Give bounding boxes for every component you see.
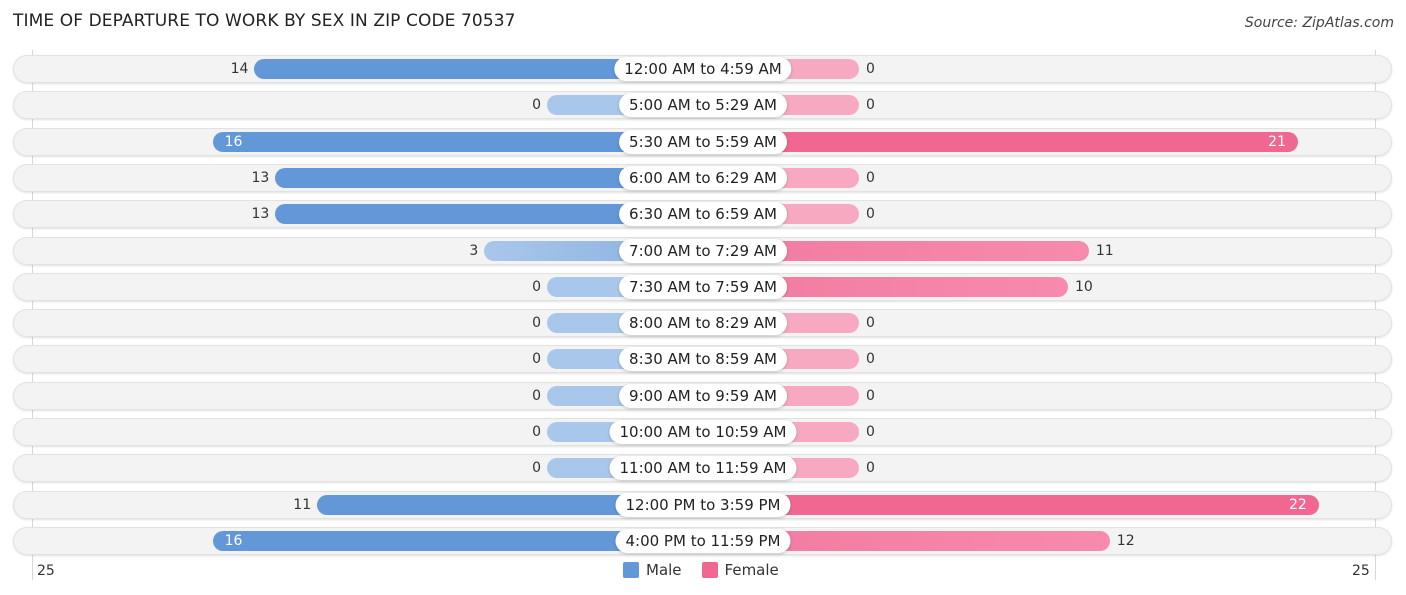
- legend-label-female: Female: [724, 561, 779, 579]
- male-value-label: 14: [230, 61, 249, 77]
- male-value-label: 0: [532, 315, 541, 332]
- chart-row: 0 0 10:00 AM to 10:59 AM: [13, 418, 1392, 446]
- female-bar[interactable]: [703, 494, 1319, 515]
- legend: Male Female: [623, 561, 799, 579]
- category-label: 6:00 AM to 6:29 AM: [619, 165, 787, 190]
- male-value-label: 0: [532, 460, 541, 477]
- chart-row: 0 0 9:00 AM to 9:59 AM: [13, 381, 1392, 410]
- male-value-label: 13: [251, 169, 270, 186]
- chart-row: 13 0 6:30 AM to 6:59 AM: [13, 200, 1392, 229]
- chart-row: 14 0 12:00 AM to 4:59 AM: [13, 55, 1392, 83]
- chart-row: 0 0 8:30 AM to 8:59 AM: [13, 345, 1392, 374]
- chart-row: 0 0 5:00 AM to 5:29 AM: [13, 91, 1392, 120]
- category-label: 4:00 PM to 11:59 PM: [615, 528, 791, 553]
- female-value-label: 12: [1116, 532, 1135, 549]
- category-label: 7:30 AM to 7:59 AM: [619, 274, 787, 299]
- female-value-label: 0: [866, 424, 875, 440]
- chart-row: 13 0 6:00 AM to 6:29 AM: [13, 163, 1392, 192]
- male-value-label: 3: [469, 242, 479, 259]
- chart-title: TIME OF DEPARTURE TO WORK BY SEX IN ZIP …: [13, 11, 516, 31]
- legend-item-male[interactable]: Male: [623, 561, 682, 579]
- category-label: 11:00 AM to 11:59 AM: [609, 456, 797, 481]
- chart-row: 0 0 8:00 AM to 8:29 AM: [13, 309, 1392, 338]
- category-label: 9:00 AM to 9:59 AM: [619, 383, 787, 408]
- category-label: 12:00 AM to 4:59 AM: [614, 57, 792, 81]
- left-axis-tick: 25: [37, 563, 55, 579]
- chart-row: 11 22 12:00 PM to 3:59 PM: [13, 490, 1392, 519]
- female-value-label: 0: [866, 61, 875, 77]
- female-value-label: 11: [1095, 242, 1114, 259]
- legend-item-female[interactable]: Female: [701, 561, 779, 579]
- chart-row: 16 12 4:00 PM to 11:59 PM: [13, 526, 1392, 555]
- male-swatch: [623, 562, 639, 578]
- chart-row: 0 0 11:00 AM to 11:59 AM: [13, 454, 1392, 483]
- female-value-label: 0: [866, 169, 875, 186]
- right-axis-tick: 25: [1352, 563, 1370, 579]
- category-label: 12:00 PM to 3:59 PM: [615, 492, 791, 517]
- chart-row: 3 11 7:00 AM to 7:29 AM: [13, 236, 1392, 265]
- male-value-label: 0: [532, 97, 541, 114]
- male-value-label: 0: [532, 424, 541, 440]
- category-label: 5:30 AM to 5:59 AM: [619, 129, 787, 154]
- male-value-label: 13: [251, 206, 270, 223]
- female-value-label: 21: [1268, 133, 1286, 150]
- female-value-label: 0: [866, 97, 875, 114]
- legend-label-male: Male: [646, 561, 682, 579]
- female-value-label: 0: [866, 387, 875, 404]
- female-value-label: 22: [1288, 496, 1307, 513]
- female-bar[interactable]: [703, 131, 1298, 152]
- female-value-label: 0: [866, 351, 875, 368]
- male-value-label: 0: [532, 351, 541, 368]
- female-value-label: 0: [866, 315, 875, 332]
- female-value-label: 0: [866, 206, 875, 223]
- female-value-label: 0: [866, 460, 875, 477]
- male-value-label: 0: [532, 387, 541, 404]
- category-label: 10:00 AM to 10:59 AM: [609, 420, 797, 444]
- male-value-label: 11: [293, 496, 312, 513]
- category-label: 8:00 AM to 8:29 AM: [619, 311, 787, 336]
- category-label: 7:00 AM to 7:29 AM: [619, 238, 787, 263]
- category-label: 6:30 AM to 6:59 AM: [619, 202, 787, 227]
- category-label: 5:00 AM to 5:29 AM: [619, 93, 787, 118]
- category-label: 8:30 AM to 8:59 AM: [619, 347, 787, 372]
- chart-row: 0 10 7:30 AM to 7:59 AM: [13, 272, 1392, 301]
- male-value-label: 0: [532, 278, 541, 295]
- female-value-label: 10: [1075, 278, 1093, 295]
- chart-row: 16 21 5:30 AM to 5:59 AM: [13, 127, 1392, 156]
- male-value-label: 16: [224, 532, 243, 549]
- female-swatch: [701, 562, 718, 578]
- male-value-label: 16: [224, 133, 243, 150]
- source-label: Source: ZipAtlas.com: [1244, 15, 1394, 31]
